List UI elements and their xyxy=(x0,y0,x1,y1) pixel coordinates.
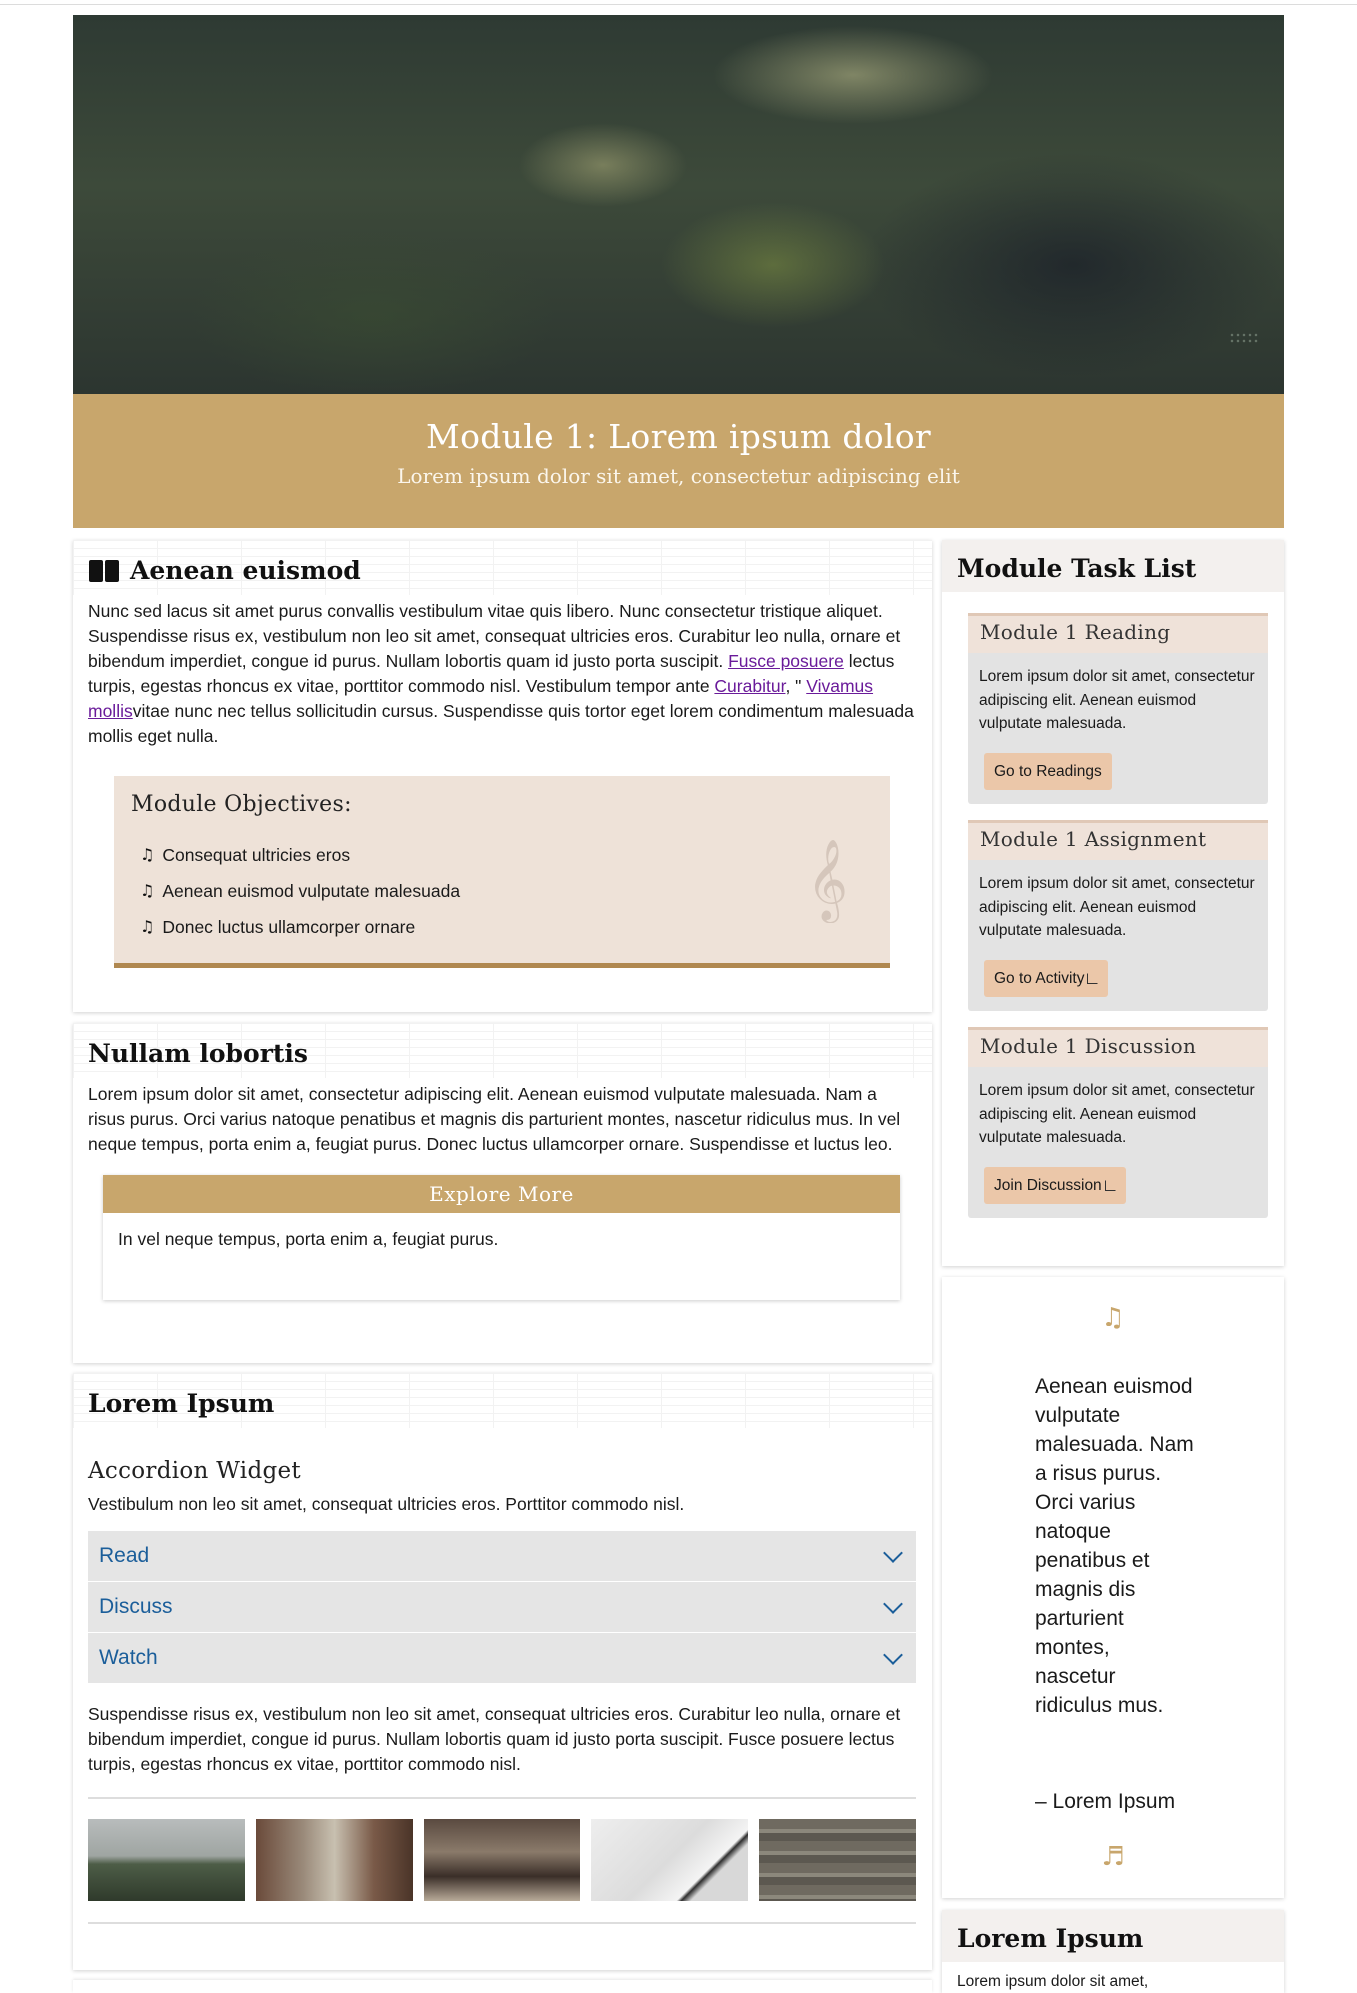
gallery-image-wood[interactable] xyxy=(759,1819,916,1901)
task-description: Lorem ipsum dolor sit amet, consectetur … xyxy=(979,875,1255,939)
page-header: Module 1: Lorem ipsum dolor Lorem ipsum … xyxy=(73,15,1284,528)
task-card-discussion: Module 1 Discussion Lorem ipsum dolor si… xyxy=(968,1027,1268,1218)
accordion-lead-text: Vestibulum non leo sit amet, consequat u… xyxy=(88,1494,685,1514)
explore-more-box: Explore More In vel neque tempus, porta … xyxy=(103,1175,900,1300)
top-divider xyxy=(0,4,1357,5)
gallery-image-landscape[interactable] xyxy=(88,1819,245,1901)
section-aenean-euismod: Aenean euismod Nunc sed lacus sit amet p… xyxy=(73,540,932,1012)
section-heading: Nullam lobortis xyxy=(88,1039,308,1068)
music-notes-icon: ♬ xyxy=(1101,1842,1125,1872)
chevron-down-icon xyxy=(883,1645,903,1665)
music-note-icon: ♫ xyxy=(1101,1303,1125,1333)
objective-item: ♫ Consequat ultricies eros xyxy=(131,837,873,873)
objectives-list: ♫ Consequat ultricies eros ♫ Aenean euismo… xyxy=(131,837,873,945)
section-heading: Aenean euismod xyxy=(88,556,917,585)
side-card-text: Lorem ipsum dolor sit amet, xyxy=(957,1973,1149,1990)
accordion-item-watch[interactable]: Watch xyxy=(88,1633,916,1684)
task-list-title: Module Task List xyxy=(957,554,1197,583)
side-card-title: Lorem Ipsum xyxy=(957,1924,1144,1953)
curabitur-link[interactable]: Curabitur xyxy=(714,676,785,696)
task-title: Module 1 Assignment xyxy=(968,820,1268,860)
go-to-activity-button[interactable]: Go to Activity xyxy=(984,959,1109,997)
section-lorem-ipsum: Lorem Ipsum Accordion Widget Vestibulum … xyxy=(73,1373,932,1970)
task-description: Lorem ipsum dolor sit amet, consectetur … xyxy=(979,668,1255,732)
objective-item: ♫ Donec luctus ullamcorper ornare xyxy=(131,909,873,945)
gallery-image-street[interactable] xyxy=(255,1819,413,1901)
side-card-lorem-ipsum: Lorem Ipsum Lorem ipsum dolor sit amet, xyxy=(942,1910,1284,1993)
task-title: Module 1 Reading xyxy=(968,613,1268,653)
section-paragraph: Lorem ipsum dolor sit amet, consectetur … xyxy=(88,1084,901,1154)
section-paragraph: Suspendisse risus ex, vestibulum non leo… xyxy=(88,1704,901,1774)
section-heading: Lorem Ipsum xyxy=(88,1389,275,1418)
music-note-icon: ♫ xyxy=(140,845,155,864)
task-card-reading: Module 1 Reading Lorem ipsum dolor sit a… xyxy=(968,613,1268,804)
book-open-icon xyxy=(88,558,120,584)
accordion: Read Discuss Watch xyxy=(88,1531,916,1684)
music-note-icon: ♫ xyxy=(140,881,155,900)
title-banner: Module 1: Lorem ipsum dolor Lorem ipsum … xyxy=(73,394,1284,528)
accordion-item-read[interactable]: Read xyxy=(88,1531,916,1582)
go-to-readings-button[interactable]: Go to Readings xyxy=(984,752,1112,790)
quote-card: ♫ Aenean euismod vulputate malesuada. Na… xyxy=(942,1277,1284,1898)
join-discussion-button[interactable]: Join Discussion xyxy=(984,1166,1126,1204)
gallery-image-desk[interactable] xyxy=(591,1819,749,1901)
explore-more-title: Explore More xyxy=(103,1175,900,1213)
accordion-widget-title: Accordion Widget xyxy=(88,1458,301,1484)
objective-item: ♫ Aenean euismod vulputate malesuada xyxy=(131,873,873,909)
accordion-item-discuss[interactable]: Discuss xyxy=(88,1582,916,1633)
page-subtitle: Lorem ipsum dolor sit amet, consectetur … xyxy=(397,464,960,488)
module-objectives-box: Module Objectives: ♫ Consequat ultricies … xyxy=(114,776,890,968)
page-title: Module 1: Lorem ipsum dolor xyxy=(425,417,932,456)
chevron-down-icon xyxy=(883,1543,903,1563)
external-link-icon xyxy=(1104,1179,1116,1191)
task-card-assignment: Module 1 Assignment Lorem ipsum dolor si… xyxy=(968,820,1268,1011)
section-paragraph: Nunc sed lacus sit amet purus convallis … xyxy=(88,601,914,746)
image-gallery xyxy=(88,1797,916,1924)
quote-text: Aenean euismod vulputate malesuada. Nam … xyxy=(1035,1375,1194,1717)
quote-citation: – Lorem Ipsum xyxy=(1035,1790,1176,1813)
external-link-icon xyxy=(1087,972,1099,984)
gallery-image-shop[interactable] xyxy=(423,1819,581,1901)
explore-more-text: In vel neque tempus, porta enim a, feugi… xyxy=(118,1229,499,1249)
fusce-posuere-link[interactable]: Fusce posuere xyxy=(728,651,844,671)
module-task-list: Module Task List Module 1 Reading Lorem … xyxy=(942,540,1284,1266)
task-title: Module 1 Discussion xyxy=(968,1027,1268,1067)
chevron-down-icon xyxy=(883,1594,903,1614)
music-note-icon: ♫ xyxy=(140,917,155,936)
task-description: Lorem ipsum dolor sit amet, consectetur … xyxy=(979,1082,1255,1146)
section-nullam-lobortis: Nullam lobortis Lorem ipsum dolor sit am… xyxy=(73,1023,932,1363)
next-section-card xyxy=(73,1980,932,1993)
hero-forest-image xyxy=(73,15,1284,394)
treble-clef-icon: 𝄞 xyxy=(806,838,848,920)
objectives-title: Module Objectives: xyxy=(131,792,352,817)
